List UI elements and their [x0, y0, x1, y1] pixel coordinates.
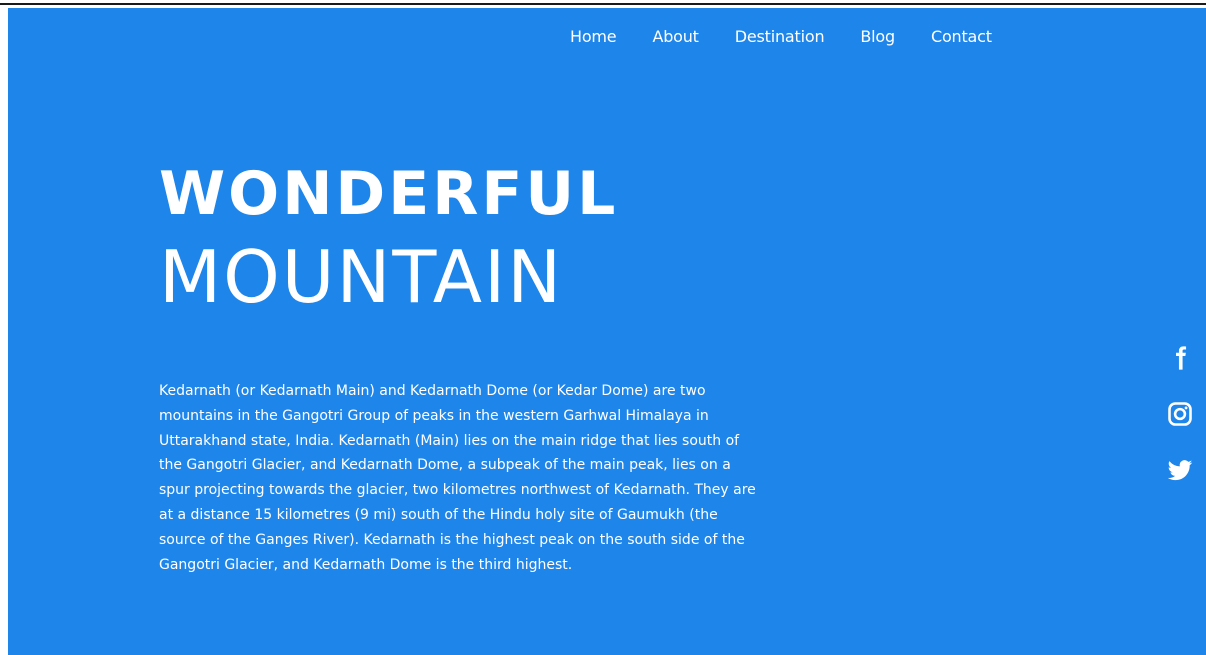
instagram-icon[interactable]: [1166, 400, 1194, 428]
top-divider: [0, 3, 1206, 5]
hero-description: Kedarnath (or Kedarnath Main) and Kedarn…: [159, 383, 756, 573]
nav-destination[interactable]: Destination: [735, 27, 825, 46]
hero-section: Home About Destination Blog Contact WOND…: [8, 8, 1206, 655]
nav-contact[interactable]: Contact: [931, 27, 992, 46]
page-frame: Home About Destination Blog Contact WOND…: [0, 0, 1206, 655]
hero-title-bold: WONDERFUL: [159, 159, 619, 229]
nav-about[interactable]: About: [652, 27, 699, 46]
hero-title-light: MOUNTAIN: [159, 235, 564, 319]
nav-blog[interactable]: Blog: [860, 27, 895, 46]
main-nav: Home About Destination Blog Contact: [570, 27, 1028, 46]
facebook-icon[interactable]: [1166, 344, 1194, 372]
nav-home[interactable]: Home: [570, 27, 617, 46]
social-links: [1166, 344, 1196, 512]
twitter-icon[interactable]: [1166, 456, 1194, 484]
